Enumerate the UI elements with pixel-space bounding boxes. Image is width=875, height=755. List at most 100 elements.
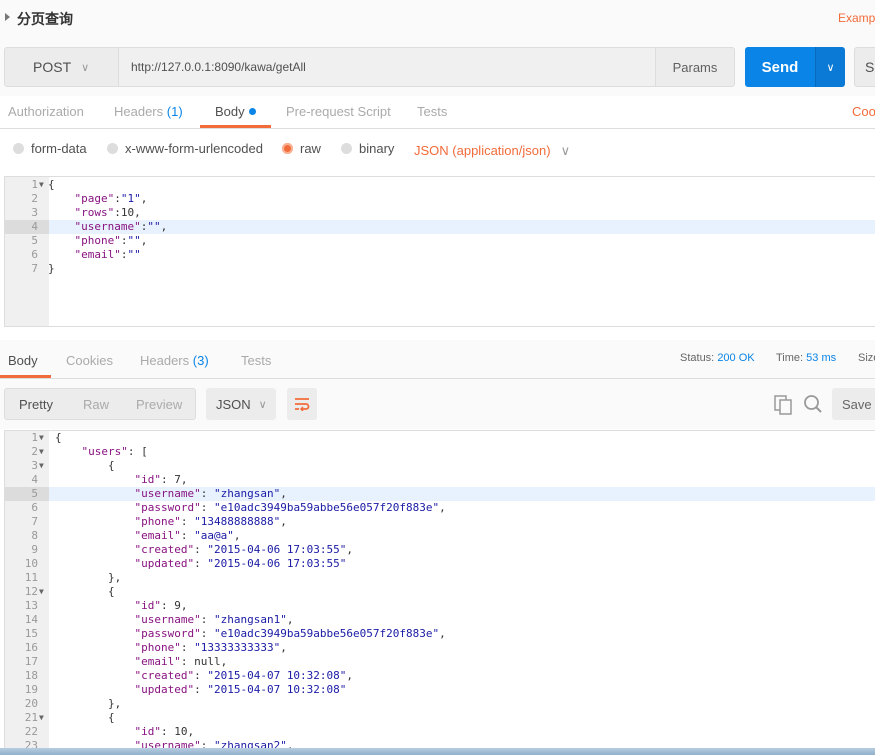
line-number: 5 [31,234,38,247]
code-line: 7 "phone": "13488888888", [5,515,875,529]
view-raw[interactable]: Raw [83,397,109,412]
code-text: "password": "e10adc3949ba59abbe56e057f20… [134,627,446,640]
copy-icon[interactable] [774,395,792,418]
tab-authorization[interactable]: Authorization [8,104,84,119]
fold-toggle-icon[interactable]: ▼ [39,445,44,459]
caret-right-icon[interactable] [5,13,10,21]
radio-label: x-www-form-urlencoded [125,141,263,156]
format-select[interactable]: JSON ∨ [206,388,276,420]
code-line: 7} [5,262,875,276]
chevron-down-icon: ∨ [826,61,835,74]
code-text: "updated": "2015-04-07 10:32:08" [134,683,347,696]
method-select[interactable]: POST ∨ [4,47,119,87]
view-pretty[interactable]: Pretty [19,397,53,412]
code-line: 4 "id": 7, [5,473,875,487]
tab-tests[interactable]: Tests [417,104,447,119]
fold-toggle-icon[interactable]: ▼ [39,178,44,192]
cookies-link[interactable]: Coo [852,104,875,119]
line-number: 10 [24,557,38,570]
code-text: "created": "2015-04-07 10:32:08", [134,669,354,682]
code-text: "page":"1", [74,192,148,205]
code-line: 5 "phone":"", [5,234,875,248]
line-number: 11 [24,571,38,584]
request-name[interactable]: 分页查询 [17,9,73,29]
line-number: 20 [24,697,38,710]
code-text: "username":"", [74,220,168,233]
size-label: Size [858,352,875,364]
fold-toggle-icon[interactable]: ▼ [39,711,44,725]
line-number: 22 [24,725,38,738]
url-input[interactable]: http://127.0.0.1:8090/kawa/getAll [119,47,656,87]
request-body-editor[interactable]: 1 ▼{2 "page":"1", 3 "rows":10, 4 "username"… [4,176,875,327]
line-number: 2 [31,445,38,458]
status-label: Status: [680,352,715,364]
save-response-button[interactable]: Save R [832,388,875,420]
fold-toggle-icon[interactable]: ▼ [39,459,44,473]
code-text: }, [55,571,122,584]
tab-headers[interactable]: Headers (1) [114,104,183,119]
radio-label: binary [359,141,395,156]
line-number: 21 [24,711,38,724]
line-number: 3 [31,206,38,219]
code-text: { [55,711,115,724]
code-line: 6 "email":"" [5,248,875,262]
wrap-icon [295,398,310,411]
line-number: 17 [24,655,38,668]
response-body-viewer[interactable]: 1 ▼{2 ▼ "users": [3 ▼ {4 "id": 7, 5 "usernam… [4,430,875,755]
code-text: "phone": "13488888888", [134,515,287,528]
line-number: 1 [31,431,38,444]
time-label: Time: [776,352,804,364]
code-text: "email": "aa@a", [134,529,241,542]
line-number: 1 [31,178,38,191]
radio-x-www-form-urlencoded[interactable]: x-www-form-urlencoded [107,141,263,156]
line-number: 12 [24,585,38,598]
params-button[interactable]: Params [655,47,735,87]
view-mode-selector: Pretty Raw Preview [4,388,196,420]
radio-icon [107,143,118,154]
active-tab-indicator [0,375,51,378]
tab-response-headers[interactable]: Headers (3) [140,353,209,368]
status-value: 200 OK [717,352,755,364]
taskbar [0,748,875,755]
modified-dot-icon [248,108,256,115]
tab-response-body[interactable]: Body [8,353,38,368]
code-text: "email":"" [74,248,141,261]
format-value: JSON [216,396,251,412]
code-line: 16 "phone": "13333333333", [5,641,875,655]
code-line: 11 }, [5,571,875,585]
code-text: "username": "zhangsan", [134,487,287,500]
examples-link[interactable]: Examp [838,11,875,25]
radio-raw[interactable]: raw [282,141,321,156]
search-icon[interactable] [803,394,823,417]
tab-label: Headers [140,353,190,368]
tab-pre-request-script[interactable]: Pre-request Script [286,104,391,119]
fold-toggle-icon[interactable]: ▼ [39,431,44,445]
chevron-down-icon: ∨ [258,398,267,411]
tab-body[interactable]: Body [215,104,256,119]
save-button[interactable]: Sa [854,47,875,87]
code-text: "username": "zhangsan1", [134,613,294,626]
code-text: "email": null, [134,655,228,668]
fold-toggle-icon[interactable]: ▼ [39,585,44,599]
code-line: 17 "email": null, [5,655,875,669]
line-number: 18 [24,669,38,682]
line-number: 15 [24,627,38,640]
code-text: "id": 10, [134,725,195,738]
send-dropdown-button[interactable]: ∨ [815,47,845,87]
view-preview[interactable]: Preview [136,397,182,412]
request-title-bar: 分页查询 Examp [0,0,875,36]
radio-form-data[interactable]: form-data [13,141,87,156]
code-line: 22 "id": 10, [5,725,875,739]
line-number: 6 [31,248,38,261]
tab-response-tests[interactable]: Tests [241,353,271,368]
code-line: 3 "rows":10, [5,206,875,220]
tab-cookies[interactable]: Cookies [66,353,113,368]
radio-binary[interactable]: binary [341,141,394,156]
wrap-lines-button[interactable] [287,388,317,420]
line-number: 6 [31,501,38,514]
code-line: 3 ▼ { [5,459,875,473]
radio-label: form-data [31,141,87,156]
content-type-select[interactable]: JSON (application/json) ∨ [414,143,570,159]
send-button[interactable]: Send [745,47,815,87]
code-text: "phone":"", [74,234,148,247]
